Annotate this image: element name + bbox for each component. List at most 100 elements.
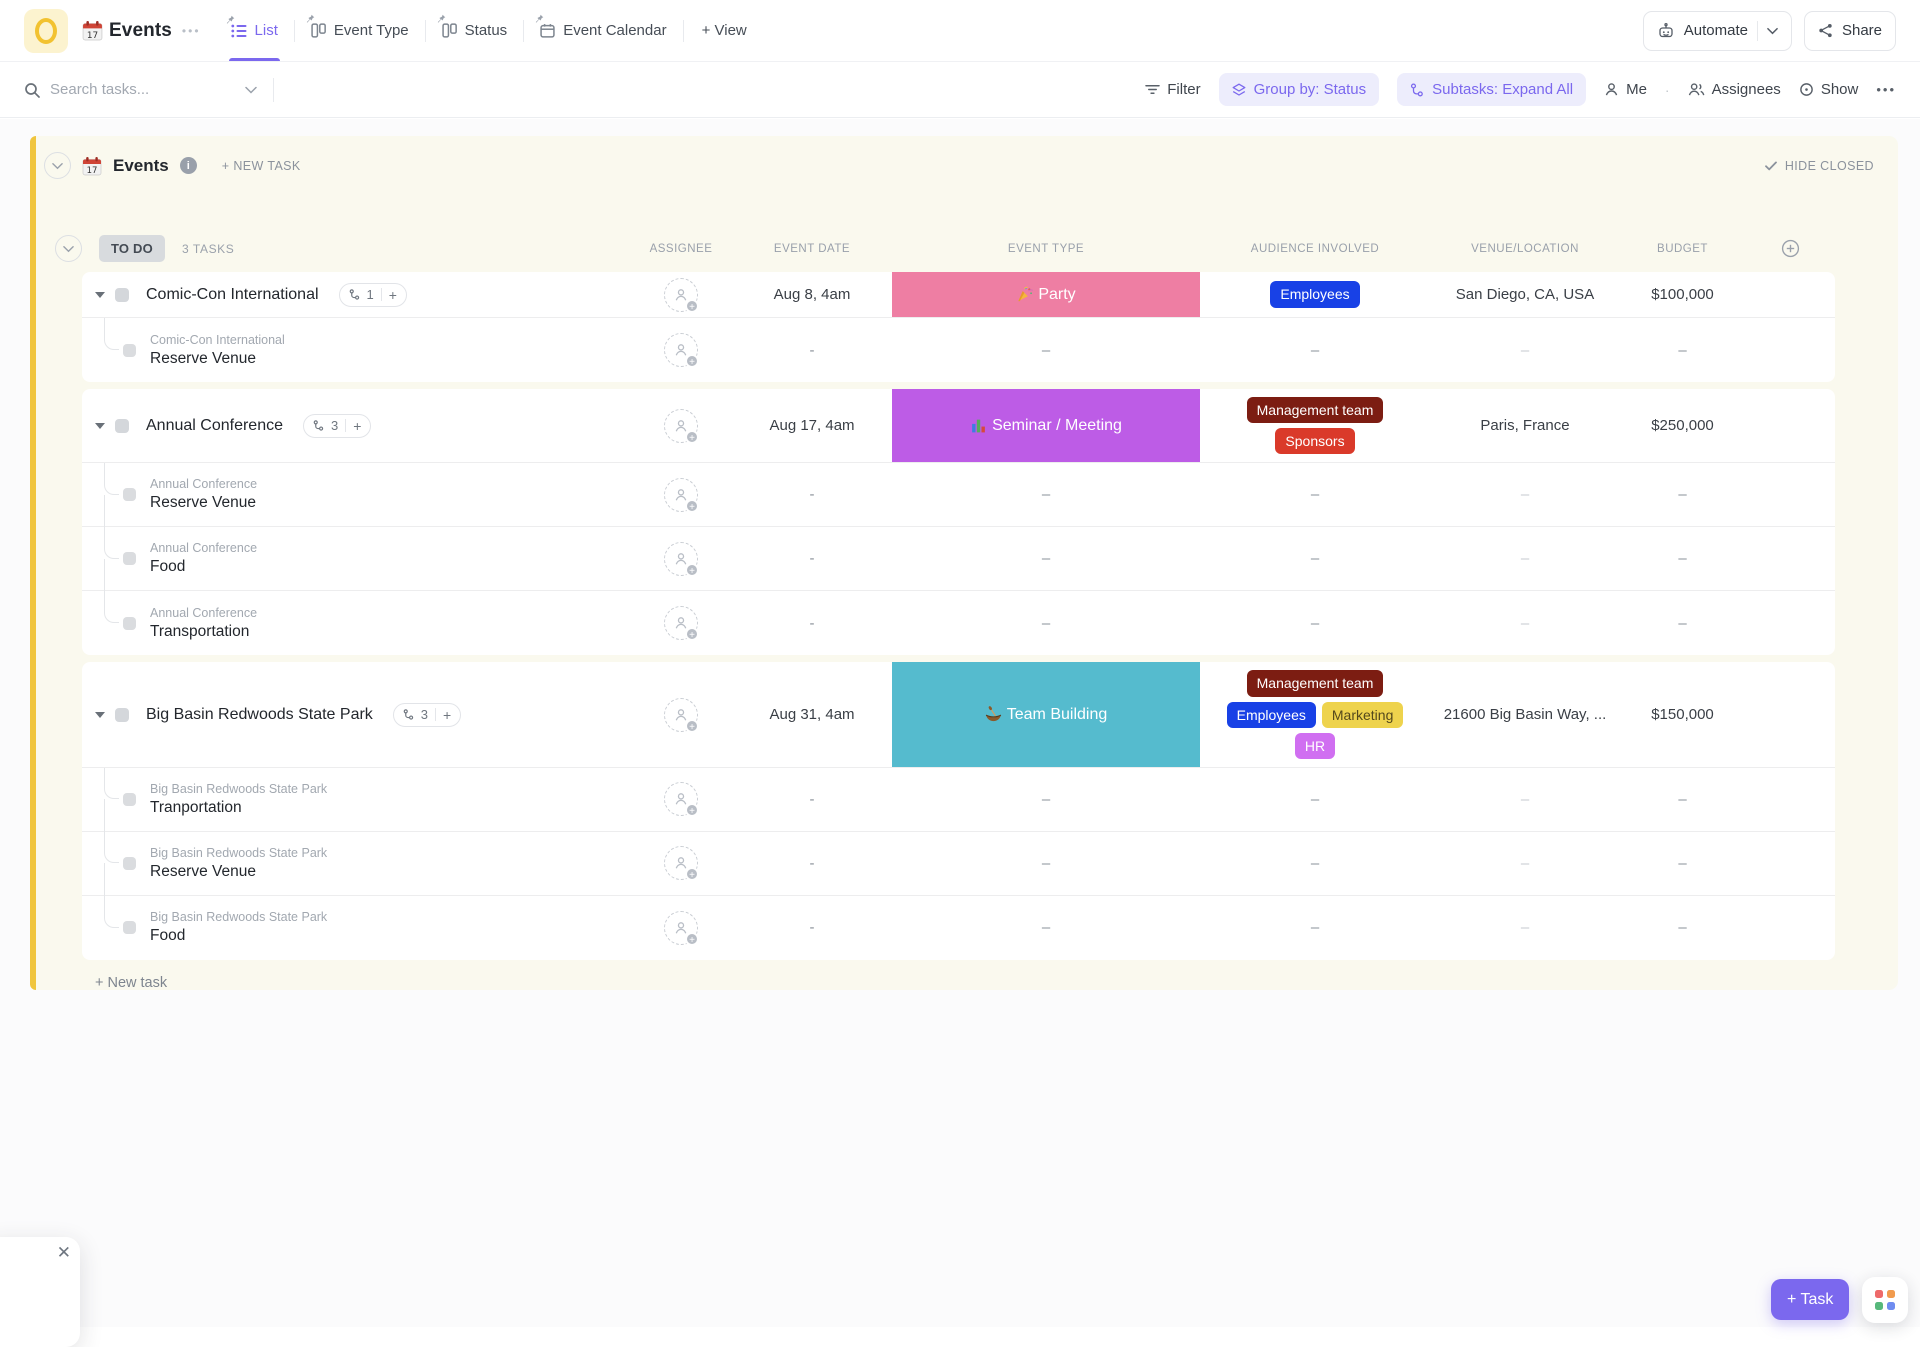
empty-event-date[interactable]: - — [810, 486, 815, 503]
assignee-placeholder[interactable]: + — [664, 911, 698, 945]
empty-audience[interactable]: – — [1311, 342, 1319, 359]
search-input[interactable] — [50, 81, 235, 98]
subtask-row[interactable]: Annual Conference Food + - – – – – — [82, 527, 1835, 591]
empty-event-type[interactable]: – — [1042, 791, 1050, 808]
subtasks-pill[interactable]: Subtasks: Expand All — [1397, 73, 1586, 106]
subtask-parent-name[interactable]: Big Basin Redwoods State Park — [150, 910, 327, 924]
subtask-name[interactable]: Reserve Venue — [150, 863, 327, 881]
column-header-event-type[interactable]: EVENT TYPE — [892, 243, 1200, 255]
task-row[interactable]: Big Basin Redwoods State Park 3 + + Aug … — [82, 662, 1835, 768]
audience-cell[interactable]: Employees — [1200, 272, 1430, 317]
subtask-name[interactable]: Food — [150, 927, 327, 945]
event-date[interactable]: Aug 8, 4am — [774, 286, 851, 303]
empty-audience[interactable]: – — [1311, 855, 1319, 872]
empty-budget[interactable]: – — [1678, 550, 1686, 567]
event-type-cell[interactable]: Seminar / Meeting — [892, 389, 1200, 462]
empty-venue[interactable]: – — [1521, 615, 1529, 632]
empty-venue[interactable]: – — [1521, 919, 1529, 936]
subtask-status-checkbox[interactable] — [123, 793, 136, 806]
add-task-fab[interactable]: + Task — [1771, 1279, 1849, 1320]
empty-budget[interactable]: – — [1678, 342, 1686, 359]
venue-location[interactable]: San Diego, CA, USA — [1456, 286, 1594, 303]
empty-event-date[interactable]: - — [810, 342, 815, 359]
assignee-placeholder[interactable]: + — [664, 606, 698, 640]
filter-button[interactable]: Filter — [1145, 81, 1200, 98]
subtask-row[interactable]: Big Basin Redwoods State Park Reserve Ve… — [82, 832, 1835, 896]
task-name[interactable]: Annual Conference — [146, 417, 283, 435]
venue-location[interactable]: 21600 Big Basin Way, ... — [1444, 706, 1607, 723]
expand-task-arrow-icon[interactable] — [95, 292, 105, 298]
empty-budget[interactable]: – — [1678, 855, 1686, 872]
empty-venue[interactable]: – — [1521, 791, 1529, 808]
assignee-placeholder[interactable]: + — [664, 278, 698, 312]
subtask-row[interactable]: Comic-Con International Reserve Venue + … — [82, 318, 1835, 382]
task-status-checkbox[interactable] — [115, 419, 129, 433]
assignee-placeholder[interactable]: + — [664, 478, 698, 512]
title-more-menu[interactable]: ••• — [182, 24, 201, 38]
automate-button[interactable]: Automate — [1643, 11, 1792, 51]
task-name[interactable]: Comic-Con International — [146, 286, 319, 304]
event-date[interactable]: Aug 17, 4am — [769, 417, 854, 434]
tab-status[interactable]: Status — [426, 0, 524, 61]
audience-badge[interactable]: Management team — [1247, 397, 1384, 423]
subtask-status-checkbox[interactable] — [123, 488, 136, 501]
empty-venue[interactable]: – — [1521, 855, 1529, 872]
close-icon[interactable]: ✕ — [57, 1244, 71, 1261]
assignee-placeholder[interactable]: + — [664, 698, 698, 732]
subtask-status-checkbox[interactable] — [123, 344, 136, 357]
audience-badge[interactable]: Sponsors — [1275, 428, 1354, 454]
subtask-count-pill[interactable]: 1 + — [339, 283, 407, 307]
empty-audience[interactable]: – — [1311, 550, 1319, 567]
event-type-cell[interactable]: Team Building — [892, 662, 1200, 767]
empty-venue[interactable]: – — [1521, 486, 1529, 503]
show-button[interactable]: Show — [1799, 81, 1859, 98]
empty-budget[interactable]: – — [1678, 919, 1686, 936]
subtask-parent-name[interactable]: Annual Conference — [150, 541, 257, 555]
empty-event-type[interactable]: – — [1042, 342, 1050, 359]
empty-event-type[interactable]: – — [1042, 486, 1050, 503]
budget[interactable]: $250,000 — [1651, 417, 1714, 434]
subtask-parent-name[interactable]: Big Basin Redwoods State Park — [150, 782, 327, 796]
budget[interactable]: $100,000 — [1651, 286, 1714, 303]
task-row[interactable]: Comic-Con International 1 + + Aug 8, 4am… — [82, 272, 1835, 318]
audience-badge[interactable]: Marketing — [1322, 702, 1403, 728]
subtask-parent-name[interactable]: Comic-Con International — [150, 333, 285, 347]
empty-audience[interactable]: – — [1311, 615, 1319, 632]
venue-location[interactable]: Paris, France — [1480, 417, 1569, 434]
add-subtask-plus[interactable]: + — [443, 707, 451, 723]
empty-event-date[interactable]: - — [810, 550, 815, 567]
search-chevron-down-icon[interactable] — [245, 86, 257, 94]
empty-budget[interactable]: – — [1678, 791, 1686, 808]
info-icon[interactable]: i — [180, 157, 197, 174]
workspace-avatar[interactable] — [24, 9, 68, 53]
empty-audience[interactable]: – — [1311, 919, 1319, 936]
subtask-status-checkbox[interactable] — [123, 857, 136, 870]
subtask-status-checkbox[interactable] — [123, 617, 136, 630]
subtask-parent-name[interactable]: Annual Conference — [150, 477, 257, 491]
collapse-group-chevron-icon[interactable] — [44, 152, 71, 179]
empty-audience[interactable]: – — [1311, 486, 1319, 503]
assignee-placeholder[interactable]: + — [664, 542, 698, 576]
empty-audience[interactable]: – — [1311, 791, 1319, 808]
subtask-row[interactable]: Big Basin Redwoods State Park Food + - –… — [82, 896, 1835, 960]
subtask-name[interactable]: Reserve Venue — [150, 494, 257, 512]
add-subtask-plus[interactable]: + — [353, 418, 361, 434]
chevron-down-icon[interactable] — [1767, 27, 1778, 35]
subtask-name[interactable]: Tranportation — [150, 799, 327, 817]
task-status-checkbox[interactable] — [115, 288, 129, 302]
subtask-row[interactable]: Annual Conference Reserve Venue + - – – … — [82, 463, 1835, 527]
task-row[interactable]: Annual Conference 3 + + Aug 17, 4am Semi… — [82, 389, 1835, 463]
subtask-name[interactable]: Food — [150, 558, 257, 576]
subtask-name[interactable]: Reserve Venue — [150, 350, 285, 368]
empty-event-date[interactable]: - — [810, 919, 815, 936]
subtask-parent-name[interactable]: Big Basin Redwoods State Park — [150, 846, 327, 860]
empty-event-type[interactable]: – — [1042, 550, 1050, 567]
status-badge[interactable]: TO DO — [99, 235, 165, 262]
event-type-cell[interactable]: Party — [892, 272, 1200, 317]
share-button[interactable]: Share — [1804, 11, 1896, 51]
column-header-audience[interactable]: AUDIENCE INVOLVED — [1200, 243, 1430, 255]
app-grid-button[interactable] — [1862, 1277, 1908, 1323]
me-button[interactable]: Me — [1604, 81, 1647, 98]
add-column-button[interactable] — [1745, 239, 1835, 258]
empty-budget[interactable]: – — [1678, 615, 1686, 632]
